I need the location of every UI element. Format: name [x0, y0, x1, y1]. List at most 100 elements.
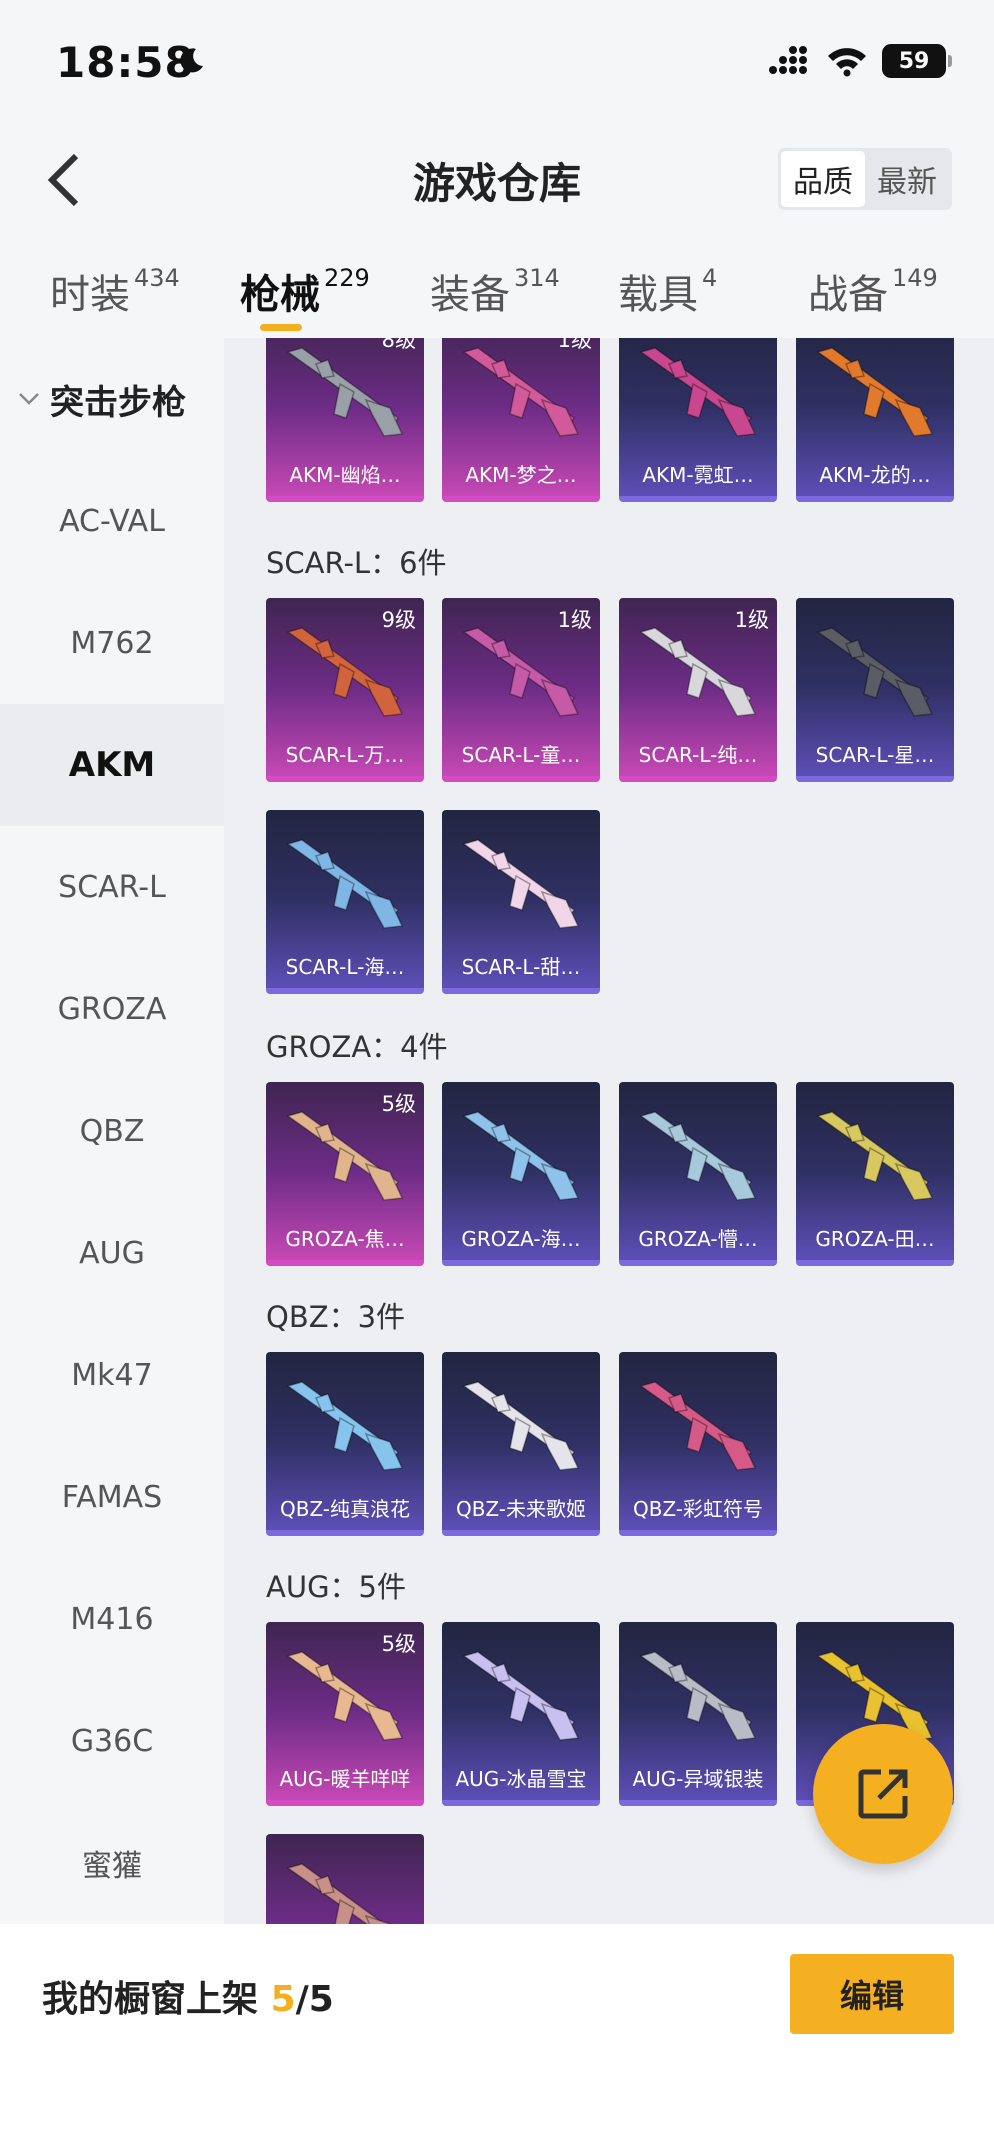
weapon-name: GROZA-田…: [815, 1227, 935, 1251]
tab-label: 载具: [618, 272, 698, 318]
weapon-card[interactable]: AKM-霓虹…: [619, 338, 777, 502]
edit-button[interactable]: 编辑: [790, 1954, 954, 2034]
battery-icon: 59: [882, 44, 952, 78]
section-label-qbz: QBZ：3件: [266, 1300, 406, 1334]
weapon-card[interactable]: AKM-龙的…: [796, 338, 954, 502]
rifle-icon: [286, 1863, 391, 1924]
weapon-card[interactable]: 5级 AUG-暖羊咩咩: [266, 1622, 424, 1806]
tab-fashion[interactable]: 时装 434: [50, 262, 180, 320]
weapon-card[interactable]: QBZ-彩虹符号: [619, 1352, 777, 1536]
sidebar-item-g36c[interactable]: G36C: [0, 1680, 224, 1802]
weapon-name: AUG-暖羊咩咩: [279, 1767, 411, 1791]
showcase-status: 我的橱窗上架 5/5: [42, 1970, 334, 2022]
weapon-name: SCAR-L-星…: [815, 743, 935, 767]
weapon-card[interactable]: SCAR-L-甜…: [442, 810, 600, 994]
weapon-name: AKM-梦之…: [465, 463, 577, 487]
rifle-icon: [639, 1111, 757, 1201]
tab-label: 时装: [50, 272, 130, 318]
sort-quality-button[interactable]: 品质: [781, 151, 865, 207]
rifle-icon: [816, 1111, 934, 1201]
level-badge: 8级: [381, 338, 416, 352]
weapon-card[interactable]: GROZA-懵…: [619, 1082, 777, 1266]
weapon-name: SCAR-L-童…: [461, 743, 581, 767]
signal-icon: [769, 46, 807, 74]
tab-equipment[interactable]: 装备 314: [430, 262, 560, 320]
weapon-card[interactable]: GROZA-田…: [796, 1082, 954, 1266]
share-icon: [858, 1769, 908, 1819]
weapon-name: QBZ-未来歌姬: [455, 1497, 587, 1521]
weapon-name: GROZA-焦…: [285, 1227, 405, 1251]
status-time: 18:58: [56, 38, 195, 87]
level-badge: 9级: [381, 608, 416, 632]
sidebar-item-famas[interactable]: FAMAS: [0, 1436, 224, 1558]
weapon-card[interactable]: GROZA-海…: [442, 1082, 600, 1266]
tab-count: 149: [892, 264, 938, 292]
sidebar-item-m416[interactable]: M416: [0, 1558, 224, 1680]
rifle-icon: [462, 839, 580, 929]
level-badge: 1级: [557, 338, 592, 352]
level-badge: 5级: [381, 1092, 416, 1116]
weapon-card[interactable]: 8级 AKM-幽焰…: [266, 338, 424, 502]
tab-guns[interactable]: 枪械 229: [240, 262, 370, 320]
weapon-card[interactable]: QBZ-纯真浪花: [266, 1352, 424, 1536]
weapon-card[interactable]: [266, 1834, 424, 1924]
weapon-card[interactable]: 5级 GROZA-焦…: [266, 1082, 424, 1266]
rifle-icon: [639, 1651, 757, 1741]
section-label-scar-l: SCAR-L：6件: [266, 546, 447, 580]
sidebar-item-aug[interactable]: AUG: [0, 1192, 224, 1314]
showcase-current-count: 5: [270, 1979, 296, 2020]
sidebar-group-assault-rifles[interactable]: 突击步枪: [0, 338, 224, 460]
weapon-card[interactable]: SCAR-L-星…: [796, 598, 954, 782]
battery-level: 59: [898, 48, 930, 74]
sidebar-item-ac-val[interactable]: AC-VAL: [0, 460, 224, 582]
rifle-icon: [462, 1381, 580, 1471]
weapon-sidebar: 突击步枪 AC-VAL M762 AKM SCAR-L GROZA QBZ AU…: [0, 338, 224, 1924]
rifle-icon: [286, 839, 404, 929]
weapon-card[interactable]: AUG-冰晶雪宝: [442, 1622, 600, 1806]
weapon-card[interactable]: 1级 SCAR-L-纯…: [619, 598, 777, 782]
weapon-name: SCAR-L-纯…: [638, 743, 758, 767]
status-bar: 18:58 59: [0, 0, 994, 120]
weapon-card[interactable]: 1级 SCAR-L-童…: [442, 598, 600, 782]
level-badge: 1级: [734, 608, 769, 632]
sidebar-group-label: 突击步枪: [50, 382, 186, 423]
active-tab-indicator: [260, 324, 302, 331]
weapon-grid: SCAR-L：6件 GROZA：4件 QBZ：3件 AUG：5件 8级 AKM-幽…: [224, 338, 994, 1924]
tab-supplies[interactable]: 战备 149: [808, 262, 938, 320]
rifle-icon: [639, 1381, 757, 1471]
weapon-name: AKM-龙的…: [819, 463, 931, 487]
tab-count: 229: [324, 264, 370, 292]
sidebar-item-honey-badger[interactable]: 蜜獾: [0, 1802, 224, 1924]
weapon-card[interactable]: 9级 SCAR-L-万…: [266, 598, 424, 782]
weapon-name: AKM-幽焰…: [289, 463, 401, 487]
share-button[interactable]: [813, 1724, 953, 1864]
tab-label: 装备: [430, 272, 510, 318]
weapon-name: SCAR-L-万…: [285, 743, 405, 767]
weapon-card[interactable]: SCAR-L-海…: [266, 810, 424, 994]
weapon-card[interactable]: 1级 AKM-梦之…: [442, 338, 600, 502]
tab-count: 4: [702, 264, 718, 292]
rifle-icon: [816, 627, 934, 717]
tab-count: 434: [134, 264, 180, 292]
weapon-card[interactable]: AUG-异域银装: [619, 1622, 777, 1806]
sidebar-item-scar-l[interactable]: SCAR-L: [0, 826, 224, 948]
sidebar-item-qbz[interactable]: QBZ: [0, 1070, 224, 1192]
sort-newest-button[interactable]: 最新: [865, 151, 949, 207]
sidebar-item-akm[interactable]: AKM: [0, 704, 224, 826]
tab-label: 战备: [808, 272, 888, 318]
sidebar-item-groza[interactable]: GROZA: [0, 948, 224, 1070]
showcase-separator: /: [295, 1979, 309, 2020]
weapon-name: AUG-冰晶雪宝: [455, 1767, 587, 1791]
weapon-name: SCAR-L-甜…: [461, 955, 581, 979]
rifle-icon: [816, 347, 934, 437]
tab-vehicles[interactable]: 载具 4: [618, 262, 717, 320]
sidebar-item-m762[interactable]: M762: [0, 582, 224, 704]
showcase-label: 我的橱窗上架: [42, 1979, 259, 2020]
rifle-icon: [286, 1381, 404, 1471]
showcase-total-count: 5: [308, 1979, 334, 2020]
showcase-bar: 我的橱窗上架 5/5 编辑: [0, 1924, 994, 2152]
rifle-icon: [462, 1651, 580, 1741]
sidebar-item-mk47[interactable]: Mk47: [0, 1314, 224, 1436]
section-label-aug: AUG：5件: [266, 1570, 406, 1604]
weapon-card[interactable]: QBZ-未来歌姬: [442, 1352, 600, 1536]
